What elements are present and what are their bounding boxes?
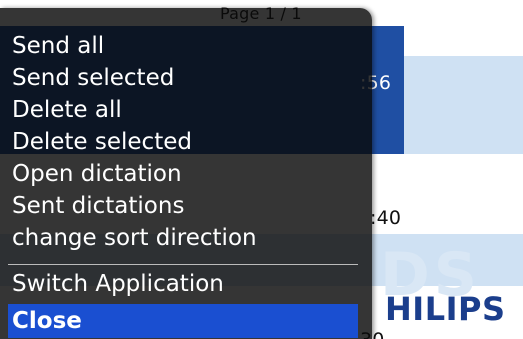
- timestamp-fragment: :40: [370, 207, 402, 229]
- menu-item-delete-all[interactable]: Delete all: [12, 95, 122, 125]
- context-menu: Send all Send selected Delete all Delete…: [0, 8, 372, 339]
- menu-item-send-all[interactable]: Send all: [12, 31, 104, 61]
- menu-item-send-selected[interactable]: Send selected: [12, 63, 174, 93]
- menu-item-switch-application[interactable]: Switch Application: [12, 269, 224, 299]
- menu-item-close[interactable]: Close: [12, 306, 82, 336]
- menu-item-open-dictation[interactable]: Open dictation: [12, 159, 182, 189]
- menu-item-sent-dictations[interactable]: Sent dictations: [12, 191, 184, 221]
- menu-divider: [8, 264, 358, 265]
- menu-item-change-sort-direction[interactable]: change sort direction: [12, 223, 257, 253]
- menu-item-delete-selected[interactable]: Delete selected: [12, 127, 192, 157]
- philips-logo: HILIPS: [385, 290, 506, 328]
